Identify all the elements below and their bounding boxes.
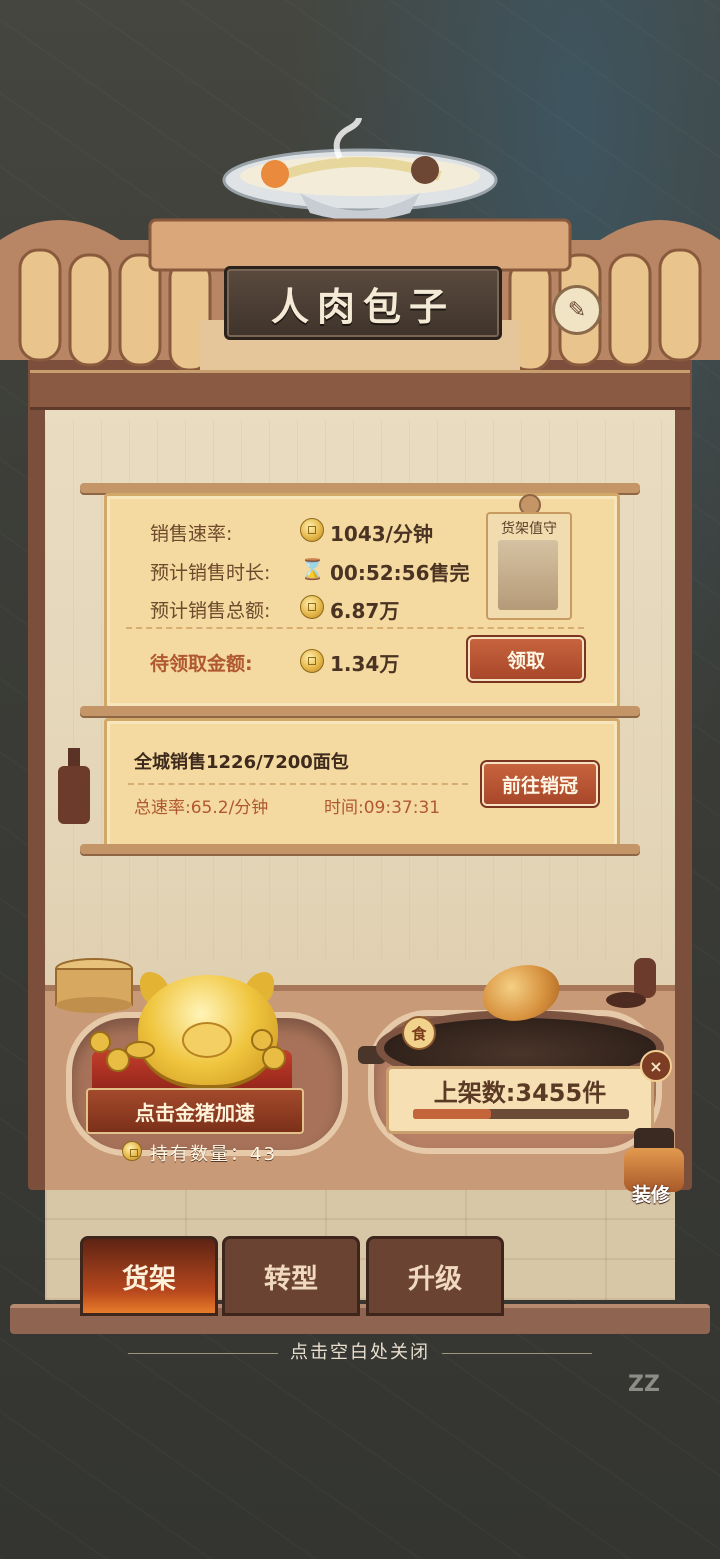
- tab-upgrade[interactable]: 升级: [366, 1236, 504, 1316]
- close-hint[interactable]: 点击空白处关闭: [0, 1338, 720, 1364]
- decorate-button[interactable]: 装修: [614, 1128, 690, 1208]
- steamer-basket-icon: [55, 958, 133, 1013]
- coin-icon: [300, 518, 324, 542]
- tab-transform[interactable]: 转型: [222, 1236, 360, 1316]
- sales-rate-label: 销售速率:: [150, 523, 233, 545]
- close-hint-text: 点击空白处关闭: [290, 1342, 430, 1363]
- go-top-seller-button[interactable]: 前往销冠: [482, 762, 598, 806]
- scroll-rod-lower: [80, 844, 640, 854]
- shelf-guard-title: 货架值守: [501, 521, 557, 537]
- pig-speedup-label: 点击金猪加速: [135, 1100, 255, 1125]
- tab-shelf[interactable]: 货架: [80, 1236, 218, 1316]
- guard-character-icon: [498, 540, 558, 610]
- shop-title: 人肉包子: [270, 283, 455, 329]
- pending-label: 待领取金额:: [150, 653, 253, 675]
- tab-upgrade-label: 升级: [408, 1263, 462, 1295]
- pig-speedup-button[interactable]: 点击金猪加速: [86, 1088, 304, 1134]
- close-icon: ×: [649, 1056, 663, 1076]
- tab-transform-label: 转型: [264, 1263, 318, 1295]
- shop-title-plate: 人肉包子: [224, 266, 502, 340]
- edit-icon: ✎: [567, 297, 587, 323]
- sales-rate-value: 1043/分钟: [330, 522, 433, 546]
- go-top-seller-label: 前往销冠: [501, 774, 578, 797]
- coin-icon: [300, 595, 324, 619]
- scroll-rod-bottom: [80, 706, 640, 716]
- collect-button[interactable]: 领取: [468, 637, 584, 681]
- coin-icon: [300, 649, 324, 673]
- roof-beam: [30, 370, 690, 410]
- stats-divider: [126, 627, 584, 629]
- citywide-rate: 总速率:65.2/分钟: [134, 798, 269, 818]
- remove-shelf-button[interactable]: ×: [640, 1050, 672, 1082]
- shelf-guard-card[interactable]: 货架值守: [486, 512, 572, 620]
- hourglass-icon: ⌛: [300, 557, 325, 581]
- pending-value: 1.34万: [330, 652, 400, 676]
- shelf-progress-fill: [413, 1109, 491, 1119]
- est-duration-value: 00:52:56售完: [330, 561, 470, 585]
- decorate-label: 装修: [632, 1184, 671, 1206]
- food-badge-label: 食: [411, 1024, 427, 1043]
- sleep-icon: ZZ: [628, 1372, 660, 1397]
- shelf-panel[interactable]: 上架数:3455件: [386, 1066, 654, 1134]
- est-total-value: 6.87万: [330, 599, 400, 623]
- citywide-sales: 全城销售1226/7200面包: [134, 752, 349, 773]
- scroll-rod-top: [80, 483, 640, 493]
- tab-shelf-label: 货架: [122, 1263, 176, 1295]
- est-duration-label: 预计销售时长:: [150, 562, 271, 584]
- est-total-label: 预计销售总额:: [150, 600, 271, 622]
- collect-button-label: 领取: [506, 649, 545, 672]
- rename-button[interactable]: ✎: [552, 285, 602, 335]
- jug-icon: [606, 958, 656, 1008]
- gold-coins-pile-icon: [89, 1029, 286, 1072]
- hold-count: 持有数量：43: [150, 1144, 277, 1165]
- bottle-icon: [58, 748, 90, 824]
- food-badge: 食: [402, 1016, 436, 1050]
- coin-icon: [122, 1141, 142, 1161]
- shelf-progress-track: [413, 1109, 629, 1119]
- shelf-count: 上架数:3455件: [433, 1079, 607, 1107]
- citywide-time: 时间:09:37:31: [324, 798, 441, 818]
- citywide-divider: [128, 783, 468, 785]
